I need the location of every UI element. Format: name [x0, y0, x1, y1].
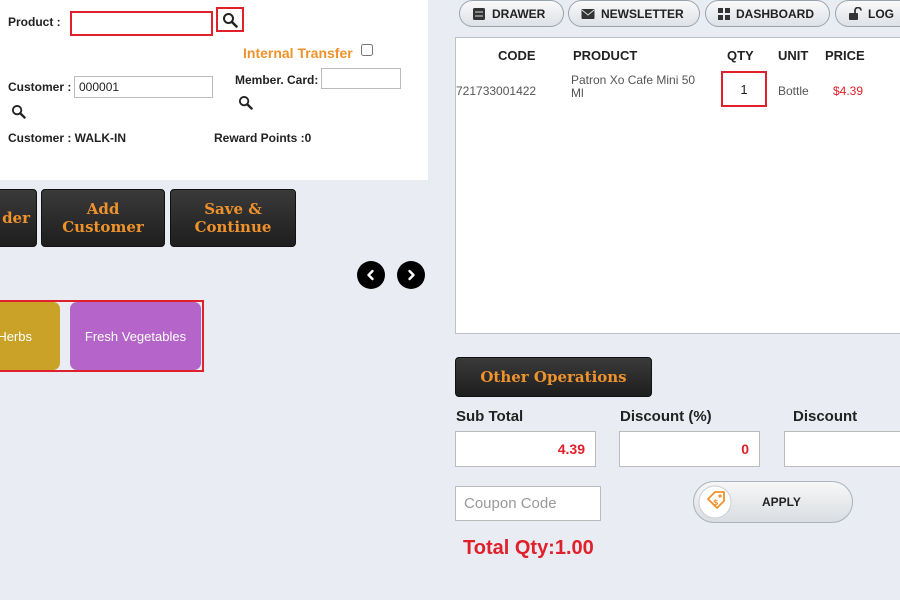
customer-input[interactable]: [74, 76, 213, 98]
save-continue-line1: Save &: [204, 200, 262, 218]
discount-pct-label: Discount (%): [620, 408, 712, 425]
envelope-icon: [581, 8, 595, 19]
cell-qty: 1: [740, 81, 748, 97]
total-qty: Total Qty:1.00: [463, 537, 594, 559]
search-icon: [223, 12, 238, 28]
cell-product: Patron Xo Cafe Mini 50 Ml: [571, 73, 696, 100]
apply-label: APPLY: [762, 495, 801, 509]
coupon-tag-icon: $: [698, 485, 732, 519]
category-herbs[interactable]: Herbs: [0, 302, 60, 370]
add-customer-button[interactable]: Add Customer: [41, 189, 165, 247]
member-card-search-button[interactable]: [233, 91, 257, 113]
category-fresh-vegetables-label: Fresh Vegetables: [84, 328, 187, 344]
newsletter-button[interactable]: NEWSLETTER: [568, 0, 700, 27]
add-customer-line1: Add: [86, 200, 120, 218]
product-label: Product :: [8, 15, 61, 29]
discount-field[interactable]: [784, 431, 900, 467]
chevron-left-icon: [367, 269, 374, 281]
search-icon: [11, 104, 26, 119]
cell-code: 721733001422: [456, 84, 537, 98]
newsletter-label: NEWSLETTER: [601, 6, 684, 21]
member-card-label: Member. Card:: [235, 73, 319, 87]
apply-coupon-button[interactable]: $ APPLY: [693, 481, 853, 523]
product-search-button[interactable]: [216, 7, 244, 32]
cell-unit: Bottle: [778, 84, 809, 98]
category-fresh-vegetables[interactable]: Fresh Vegetables: [70, 302, 201, 370]
category-herbs-label: Herbs: [0, 328, 32, 344]
internal-transfer-checkbox[interactable]: [361, 44, 373, 56]
drawer-label: DRAWER: [492, 6, 546, 21]
next-button[interactable]: [397, 261, 425, 289]
chevron-right-icon: [408, 269, 415, 281]
drawer-button[interactable]: DRAWER: [459, 0, 564, 27]
column-header-price: PRICE: [825, 48, 865, 63]
logout-label: LOG: [868, 6, 894, 21]
search-icon: [238, 95, 253, 110]
discount-label: Discount: [793, 408, 858, 425]
customer-name: Customer : WALK-IN: [8, 131, 126, 145]
save-continue-line2: Continue: [194, 218, 272, 236]
product-search-input[interactable]: [70, 11, 213, 36]
svg-text:$: $: [713, 498, 719, 507]
order-button[interactable]: der: [0, 189, 37, 247]
add-customer-line2: Customer: [62, 218, 144, 236]
reward-points: Reward Points :0: [214, 131, 312, 145]
column-header-unit: UNIT: [778, 48, 809, 63]
order-form-panel: Product : Internal Transfer Customer : M…: [0, 0, 428, 180]
sub-total-field: 4.39: [455, 431, 596, 467]
internal-transfer-label: Internal Transfer: [243, 45, 353, 61]
cart-table: CODE PRODUCT QTY UNIT PRICE 721733001422…: [455, 37, 900, 334]
sub-total-value: 4.39: [557, 441, 585, 457]
dashboard-button[interactable]: DASHBOARD: [705, 0, 830, 27]
sub-total-label: Sub Total: [456, 408, 524, 425]
unlock-icon: [849, 6, 862, 20]
order-button-label: der: [2, 209, 30, 227]
member-card-input[interactable]: [321, 68, 401, 89]
other-operations-button[interactable]: Other Operations: [455, 357, 652, 397]
coupon-code-input[interactable]: [455, 486, 601, 521]
discount-pct-value: 0: [741, 441, 749, 457]
cell-price: $4.39: [833, 84, 864, 98]
table-row[interactable]: 721733001422 Patron Xo Cafe Mini 50 Ml 1…: [456, 71, 900, 109]
customer-label: Customer :: [8, 80, 72, 94]
other-operations-label: Other Operations: [480, 368, 627, 386]
column-header-qty: QTY: [727, 48, 754, 63]
column-header-code: CODE: [498, 48, 536, 63]
customer-search-button[interactable]: [6, 100, 30, 122]
column-header-product: PRODUCT: [573, 48, 638, 63]
dashboard-label: DASHBOARD: [736, 6, 814, 21]
discount-pct-field[interactable]: 0: [619, 431, 760, 467]
previous-button[interactable]: [357, 261, 385, 289]
logout-button[interactable]: LOG: [835, 0, 900, 27]
drawer-icon: [473, 7, 485, 20]
grid-icon: [718, 7, 730, 20]
save-continue-button[interactable]: Save & Continue: [170, 189, 296, 247]
quantity-input[interactable]: 1: [721, 71, 767, 107]
